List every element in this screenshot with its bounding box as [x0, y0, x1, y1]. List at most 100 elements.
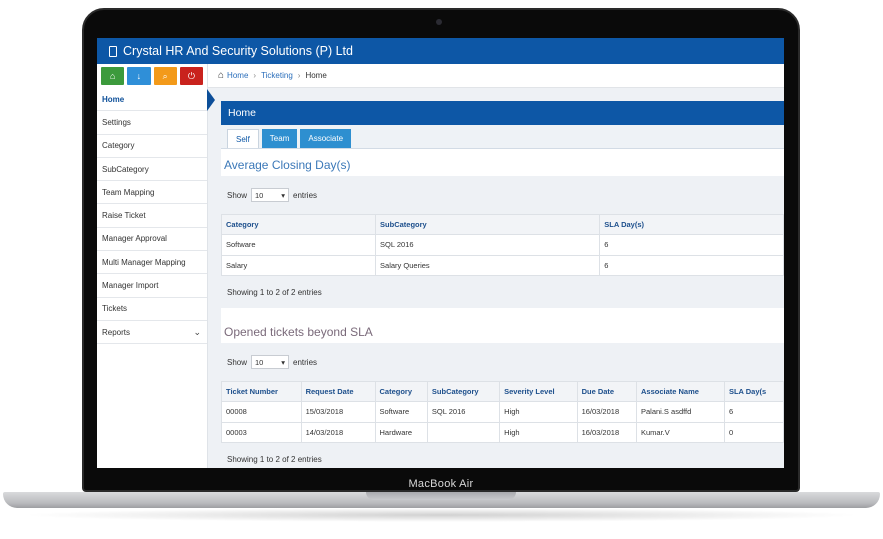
tab-team[interactable]: Team [261, 129, 298, 148]
closing-length-control: Show 10 ▾ entries [221, 176, 784, 214]
sidebar-item-label: Reports [102, 327, 131, 337]
table-cell: SQL 2016 [375, 234, 601, 256]
table-cell: Kumar.V [636, 421, 725, 443]
app-header: Crystal HR And Security Solutions (P) Lt… [97, 38, 784, 64]
tab-bar: Self Team Associate [221, 125, 784, 149]
sidebar-item-manager-import[interactable]: Manager Import [97, 274, 207, 298]
breadcrumb: ⌂ Home › Ticketing › Home [208, 64, 784, 88]
panel-title: Home [221, 101, 784, 125]
closing-table: Category SubCategory SLA Day(s) Software SQ… [220, 214, 784, 276]
sidebar-item-label: Raise Ticket [102, 211, 146, 221]
column-header[interactable]: Category [220, 214, 377, 235]
table-cell: 16/03/2018 [576, 401, 638, 423]
sla-page-size-select[interactable]: 10 ▾ [251, 355, 290, 369]
table-row[interactable]: 00008 15/03/2018 Software SQL 2016 High 16/03… [221, 401, 784, 423]
sidebar-item-raise-ticket[interactable]: Raise Ticket [97, 204, 207, 228]
column-header[interactable]: SLA Day(s) [599, 214, 784, 235]
sidebar-item-label: Multi Manager Mapping [102, 257, 186, 267]
table-cell: 16/03/2018 [576, 421, 638, 443]
sidebar-item-label: Category [102, 141, 135, 151]
sidebar-item-team-mapping[interactable]: Team Mapping [97, 181, 207, 205]
sidebar-item-label: Team Mapping [102, 187, 155, 197]
column-header[interactable]: SubCategory [426, 381, 501, 402]
app-logo-icon [109, 45, 117, 57]
table-cell: SQL 2016 [426, 401, 501, 423]
sla-info: Showing 1 to 2 of 2 entries [221, 443, 784, 468]
column-header[interactable]: Associate Name [636, 381, 725, 402]
table-cell: 6 [599, 234, 784, 256]
closing-page-size-select[interactable]: 10 ▾ [251, 188, 290, 202]
sidebar-item-label: Tickets [102, 304, 128, 314]
power-button[interactable]: ⏻ [179, 67, 203, 85]
sidebar-item-label: Manager Approval [102, 234, 167, 244]
entries-label: entries [293, 190, 318, 200]
sidebar: ⌂ ↓ ⌕ ⏻ Home Settings Category SubCategory Team… [97, 64, 215, 468]
sidebar-item-label: Manager Import [102, 281, 159, 291]
home-icon[interactable]: ⌂ [218, 70, 224, 81]
sidebar-item-category[interactable]: Category [97, 135, 207, 158]
page-size-value: 10 [255, 190, 264, 200]
table-cell: Salary [220, 254, 377, 276]
table-cell: 6 [599, 254, 784, 276]
table-cell: Palani.S asdffd [636, 401, 725, 423]
power-icon: ⏻ [187, 70, 195, 81]
sidebar-nav: Home Settings Category SubCategory Team Mapp… [97, 88, 215, 345]
camera-icon [436, 19, 442, 25]
column-header[interactable]: Request Date [300, 381, 376, 402]
table-cell: Hardware [374, 421, 428, 443]
quick-action-bar: ⌂ ↓ ⌕ ⏻ [97, 64, 207, 88]
home-icon: ⌂ [109, 71, 116, 81]
closing-section-title: Average Closing Day(s) [224, 158, 351, 172]
tab-associate[interactable]: Associate [300, 129, 352, 148]
home-button[interactable]: ⌂ [101, 67, 125, 85]
table-cell: 6 [723, 401, 784, 423]
table-row[interactable]: 00003 14/03/2018 Hardware High 16/03/2018 Kum… [221, 421, 784, 443]
tab-self[interactable]: Self [227, 129, 259, 148]
entries-label: entries [293, 357, 318, 367]
section-gap [221, 308, 784, 316]
download-button[interactable]: ↓ [127, 67, 151, 85]
column-header[interactable]: Severity Level [499, 381, 578, 402]
table-header-row: Category SubCategory SLA Day(s) [220, 214, 784, 235]
table-cell: 00003 [221, 421, 302, 443]
laptop-shadow [20, 508, 863, 522]
column-header[interactable]: Category [374, 381, 428, 402]
chevron-down-icon: ⌄ [193, 326, 201, 337]
show-label: Show [227, 357, 248, 367]
search-button[interactable]: ⌕ [153, 67, 177, 85]
table-cell: 14/03/2018 [300, 421, 376, 443]
sla-length-control: Show 10 ▾ entries [221, 343, 784, 381]
show-label: Show [227, 190, 248, 200]
table-cell: High [499, 421, 578, 443]
column-header[interactable]: Due Date [576, 381, 638, 402]
table-row[interactable]: Software SQL 2016 6 [220, 234, 784, 256]
sidebar-item-label: SubCategory [102, 164, 149, 174]
main-panel: Home Self Team Associate Average Closing… [220, 101, 784, 468]
breadcrumb-home[interactable]: Home [227, 71, 248, 80]
table-row[interactable]: Salary Salary Queries 6 [220, 254, 784, 276]
sidebar-item-reports[interactable]: Reports ⌄ [97, 321, 207, 345]
table-cell: Software [374, 401, 428, 423]
sidebar-item-manager-approval[interactable]: Manager Approval [97, 228, 207, 252]
sidebar-item-subcategory[interactable]: SubCategory [97, 158, 207, 182]
sidebar-item-home[interactable]: Home [97, 88, 215, 112]
breadcrumb-separator-icon: › [297, 71, 301, 80]
column-header[interactable]: SLA Day(s [723, 381, 784, 402]
download-icon: ↓ [136, 71, 142, 81]
column-header[interactable]: Ticket Number [221, 381, 302, 402]
screen: Crystal HR And Security Solutions (P) Lt… [97, 38, 784, 468]
sla-table: Ticket Number Request Date Category SubCate… [221, 381, 784, 443]
table-header-row: Ticket Number Request Date Category SubCate… [221, 381, 784, 402]
breadcrumb-separator-icon: › [253, 71, 257, 80]
search-icon: ⌕ [162, 70, 168, 81]
page-size-value: 10 [255, 357, 264, 367]
table-cell: 15/03/2018 [300, 401, 376, 423]
table-cell: 00008 [221, 401, 302, 423]
breadcrumb-section[interactable]: Ticketing [261, 71, 293, 80]
sidebar-item-tickets[interactable]: Tickets [97, 298, 207, 321]
column-header[interactable]: SubCategory [375, 214, 601, 235]
caret-down-icon: ▾ [281, 357, 286, 367]
sidebar-item-multi-manager-mapping[interactable]: Multi Manager Mapping [97, 251, 207, 275]
sla-section-title: Opened tickets beyond SLA [224, 325, 373, 339]
sidebar-item-settings[interactable]: Settings [97, 111, 207, 135]
